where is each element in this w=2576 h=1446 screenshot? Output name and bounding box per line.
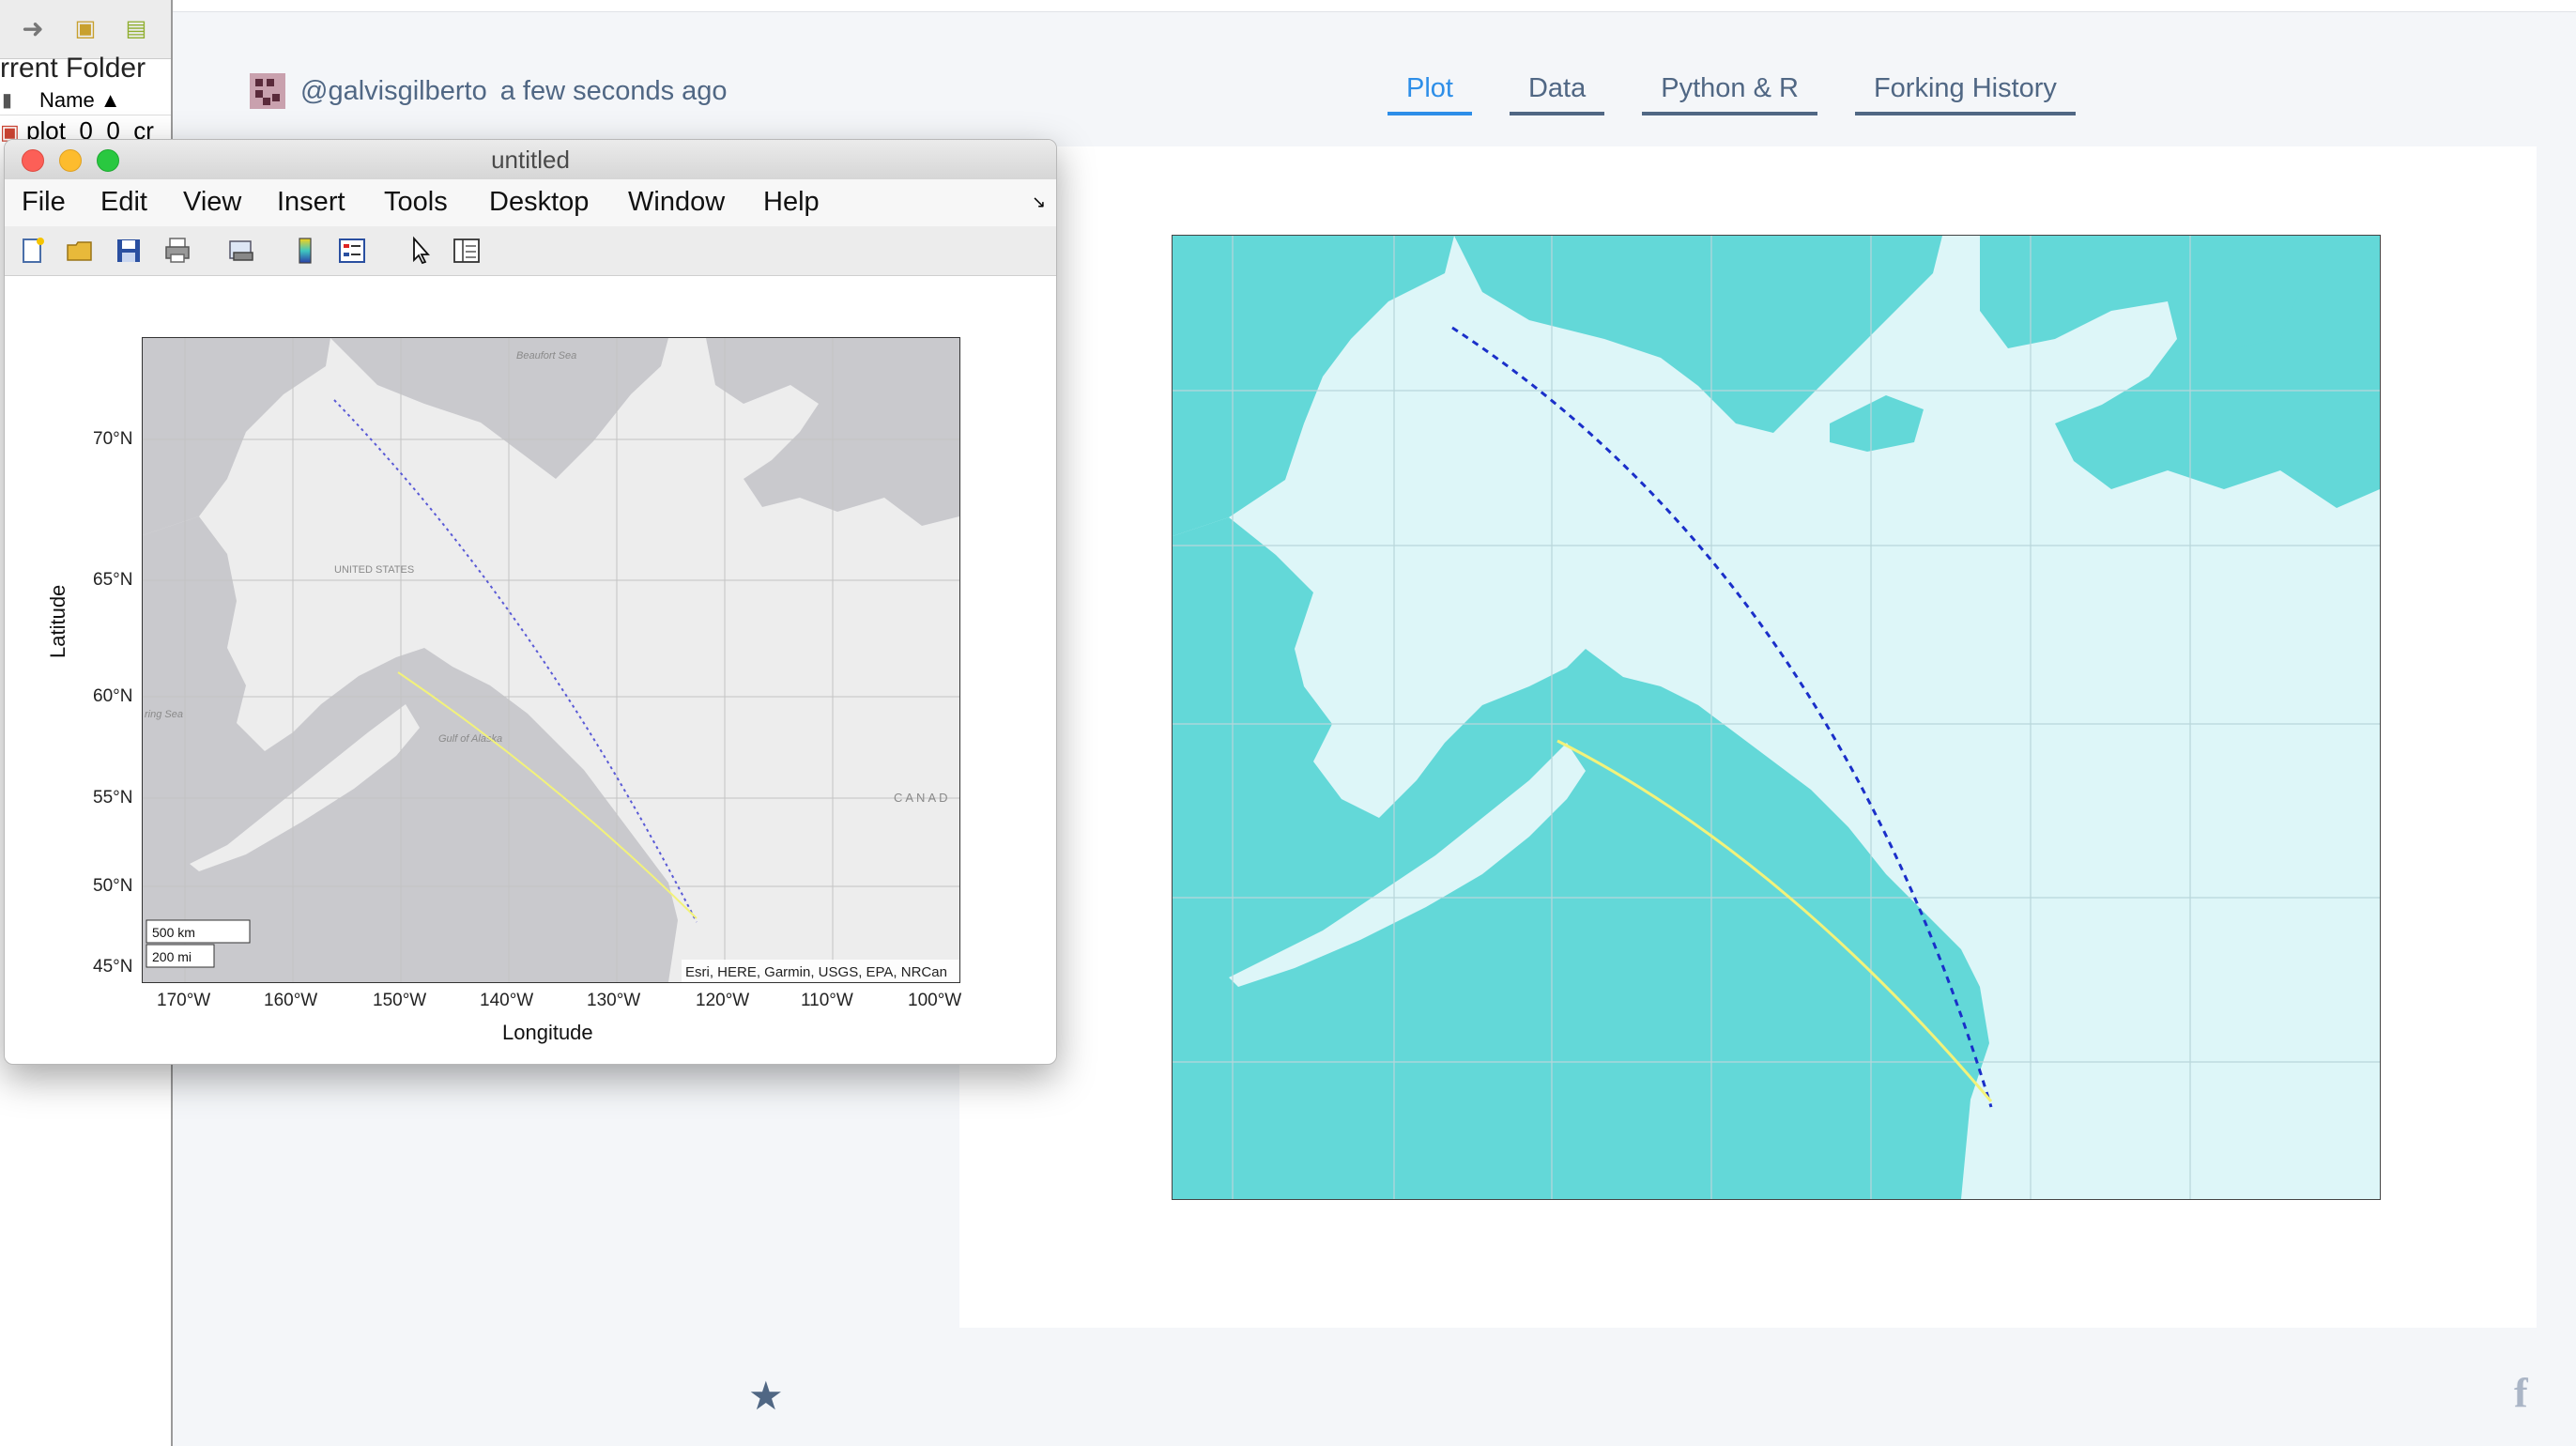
star-icon[interactable]: ★ [748, 1373, 784, 1419]
up-folder-icon[interactable]: ▣ [69, 15, 101, 43]
forward-arrow-icon[interactable]: ➜ [17, 15, 49, 43]
open-icon[interactable] [65, 236, 95, 266]
pointer-icon[interactable] [406, 236, 437, 266]
new-figure-icon[interactable] [18, 236, 48, 266]
x-axis-label: Longitude [502, 1021, 593, 1044]
menu-tools[interactable]: Tools [384, 187, 448, 218]
tab-forking-history[interactable]: Forking History [1854, 73, 2076, 115]
menu-edit[interactable]: Edit [100, 187, 147, 218]
lon-tick: 160°W [264, 991, 318, 1010]
map-label-beaufort: Beaufort Sea [516, 350, 576, 362]
plotly-map[interactable] [1172, 235, 2381, 1200]
attribution: Esri, HERE, Garmin, USGS, EPA, NRCan [685, 964, 947, 980]
timestamp: a few seconds ago [499, 75, 728, 106]
name-header-label: Name ▲ [39, 88, 121, 112]
map-label-canada: CANAD [894, 791, 951, 805]
map-label-bering: ring Sea [145, 709, 183, 720]
legend-icon[interactable] [337, 236, 367, 266]
lon-tick: 170°W [157, 991, 211, 1010]
lat-tick: 55°N [93, 788, 133, 808]
menu-view[interactable]: View [183, 187, 241, 218]
matlab-geoaxes[interactable]: Beaufort Sea UNITED STATES Gulf of Alask… [142, 337, 960, 983]
tab-data[interactable]: Data [1509, 73, 1605, 115]
dock-arrow-icon[interactable]: ↘ [1032, 192, 1046, 212]
lat-tick: 70°N [93, 429, 133, 449]
menu-window[interactable]: Window [628, 187, 725, 218]
colorbar-icon[interactable] [290, 236, 320, 266]
avatar[interactable] [250, 73, 285, 109]
link-icon[interactable] [226, 236, 256, 266]
lon-tick: 110°W [801, 991, 853, 1010]
lon-tick: 140°W [480, 991, 534, 1010]
scale-km: 500 km [152, 925, 195, 940]
menu-desktop[interactable]: Desktop [489, 187, 589, 218]
property-editor-icon[interactable] [452, 236, 482, 266]
user-info: @galvisgilberto a few seconds ago [250, 73, 728, 109]
file-icon: ▮ [2, 90, 13, 111]
top-bar [173, 0, 2576, 12]
menu-file[interactable]: File [22, 187, 66, 218]
matlab-figure-window: untitled File Edit View Insert Tools Des… [4, 139, 1057, 1065]
map-label-gulf-of-alaska: Gulf of Alaska [438, 733, 502, 745]
figure-titlebar[interactable]: untitled [5, 140, 1056, 180]
browse-folder-icon[interactable]: ▤ [120, 15, 152, 43]
plot-tabs: Plot Data Python & R Forking History [1388, 73, 2076, 115]
matlab-folder-toolbar: ➜ ▣ ▤ [0, 0, 171, 59]
tab-plot[interactable]: Plot [1388, 73, 1472, 115]
menu-insert[interactable]: Insert [277, 187, 345, 218]
tab-python-r[interactable]: Python & R [1642, 73, 1817, 115]
print-icon[interactable] [162, 236, 192, 266]
lat-tick: 65°N [93, 570, 133, 590]
current-folder-label: rrent Folder [0, 53, 146, 84]
menu-help[interactable]: Help [763, 187, 820, 218]
map-label-united-states: UNITED STATES [334, 564, 414, 576]
name-column-header[interactable]: ▮ Name ▲ [0, 86, 171, 115]
plotly-map-svg [1173, 236, 2380, 1199]
lat-tick: 50°N [93, 876, 133, 896]
matlab-map-svg: Beaufort Sea UNITED STATES Gulf of Alask… [143, 338, 959, 982]
save-icon[interactable] [114, 236, 144, 266]
scale-mi: 200 mi [152, 949, 192, 964]
lon-tick: 130°W [587, 991, 641, 1010]
lon-tick: 150°W [373, 991, 427, 1010]
lat-tick: 45°N [93, 957, 133, 977]
figure-toolbar [5, 226, 1056, 276]
figure-title: untitled [491, 146, 570, 174]
username-link[interactable]: @galvisgilberto [300, 76, 487, 107]
y-axis-label: Latitude [46, 584, 69, 658]
facebook-icon[interactable]: f [2514, 1369, 2528, 1417]
figure-menubar: File Edit View Insert Tools Desktop Wind… [5, 179, 1056, 227]
lon-tick: 120°W [696, 991, 750, 1010]
lon-tick: 100°W [908, 991, 962, 1010]
lat-tick: 60°N [93, 686, 133, 706]
